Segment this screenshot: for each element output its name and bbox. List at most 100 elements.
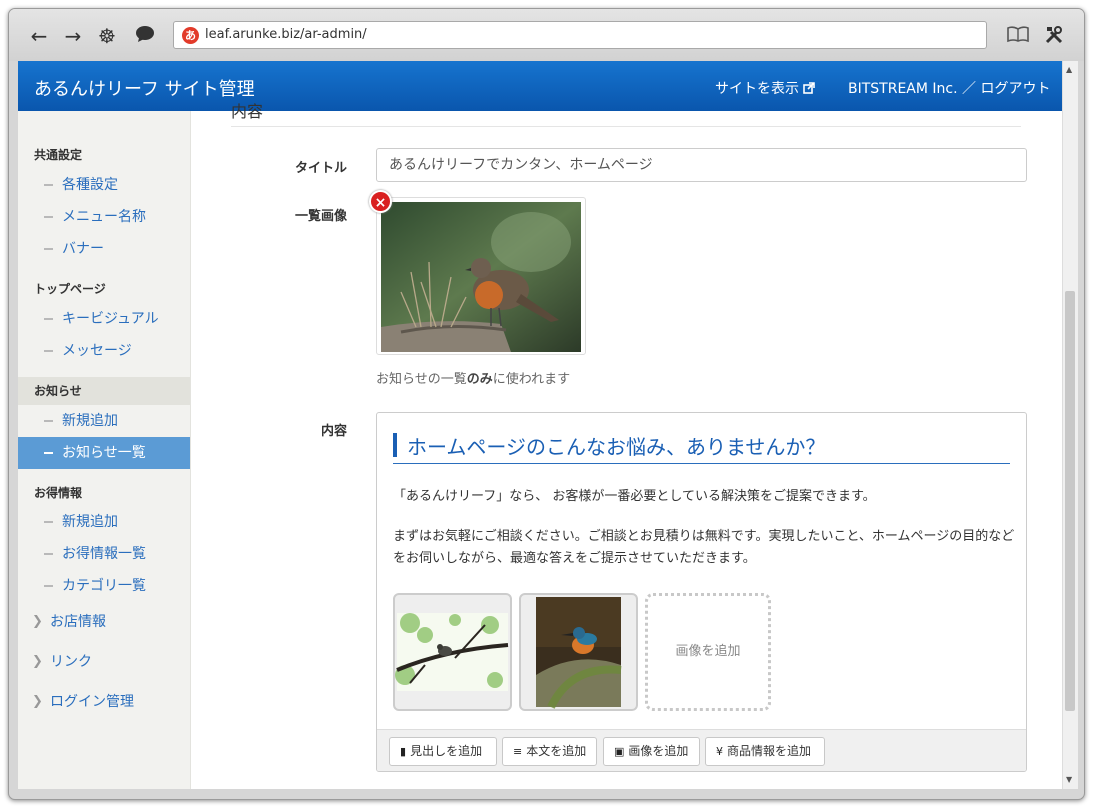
forward-arrow-icon[interactable]: → — [61, 25, 85, 47]
chevron-right-icon: ❯ — [32, 694, 43, 709]
sidebar-item-category-list[interactable]: カテゴリ一覧 — [18, 570, 190, 602]
helm-icon[interactable]: ☸ — [95, 25, 119, 47]
help-text-bold: のみ — [466, 372, 493, 387]
sidebar-item-key-visual[interactable]: キービジュアル — [18, 303, 190, 335]
picture-icon: ▣ — [614, 745, 625, 758]
book-icon[interactable] — [1005, 25, 1031, 47]
add-product-button[interactable]: ¥ 商品情報を追加 — [705, 737, 825, 766]
sidebar-group-label: お店情報 — [50, 614, 106, 630]
add-heading-button[interactable]: ▮ 見出しを追加 — [389, 737, 497, 766]
browser-toolbar: ← → ☸ あ leaf.arunke.biz/ar-admin/ — [9, 9, 1084, 61]
dash-icon — [44, 553, 53, 555]
logout-link[interactable]: BITSTREAM Inc. ／ ログアウト — [848, 78, 1050, 98]
sidebar-item-label: 各種設定 — [62, 177, 118, 193]
delete-image-button[interactable]: × — [369, 190, 392, 213]
add-heading-label: 見出しを追加 — [410, 744, 483, 758]
sidebar-section-common: 共通設定 — [34, 148, 83, 162]
add-image-label: 画像を追加 — [628, 744, 689, 758]
bird-on-branch-photo — [395, 613, 509, 691]
address-url[interactable]: leaf.arunke.biz/ar-admin/ — [205, 27, 367, 42]
page-viewport: あるんけリーフ サイト管理 サイトを表示 BITSTREAM Inc. ／ ログ… — [18, 61, 1062, 789]
sidebar-group-links[interactable]: ❯ リンク — [18, 646, 190, 678]
app-header: あるんけリーフ サイト管理 サイトを表示 BITSTREAM Inc. ／ ログ… — [18, 61, 1062, 111]
image-help-text: お知らせの一覧のみに使われます — [376, 368, 570, 387]
browser-window: ← → ☸ あ leaf.arunke.biz/ar-admin/ あるんけリー… — [8, 8, 1085, 800]
sidebar-item-label: メッセージ — [62, 343, 132, 359]
section-heading-partial: 内容 — [231, 102, 264, 121]
chat-bubble-icon[interactable] — [133, 25, 157, 47]
sidebar-group-login-admin[interactable]: ❯ ログイン管理 — [18, 686, 190, 718]
view-site-label: サイトを表示 — [715, 81, 799, 97]
view-site-link[interactable]: サイトを表示 — [715, 78, 816, 98]
sidebar-item-label: お得情報一覧 — [62, 546, 146, 562]
scroll-thumb[interactable] — [1065, 291, 1075, 711]
vertical-scrollbar[interactable]: ▲ ▼ — [1062, 61, 1078, 789]
chevron-right-icon: ❯ — [32, 654, 43, 669]
sidebar-group-shop-info[interactable]: ❯ お店情報 — [18, 606, 190, 638]
dash-icon — [44, 521, 53, 523]
list-image-label: 一覧画像 — [294, 209, 347, 224]
sidebar: 共通設定 各種設定 メニュー名称 バナー トップページ キービジュアル メッセー… — [18, 111, 191, 789]
sidebar-item-message[interactable]: メッセージ — [18, 335, 190, 367]
list-image-thumbnail[interactable] — [376, 197, 586, 355]
sidebar-section-news: お知らせ — [18, 377, 190, 405]
yen-icon: ¥ — [716, 745, 723, 758]
editor-heading-block[interactable]: ホームページのこんなお悩み、ありませんか？ — [393, 433, 1010, 464]
dash-icon — [44, 452, 53, 454]
dash-icon — [44, 216, 53, 218]
kingfisher-photo — [536, 597, 622, 709]
title-label: タイトル — [294, 161, 347, 176]
scroll-down-icon[interactable]: ▼ — [1066, 775, 1072, 784]
content-label: 内容 — [320, 424, 347, 439]
dash-icon — [44, 585, 53, 587]
sidebar-item-deals-list[interactable]: お得情報一覧 — [18, 538, 190, 570]
sidebar-item-label: 新規追加 — [62, 514, 118, 530]
add-image-tile[interactable]: 画像を追加 — [645, 593, 771, 711]
editor-toolbar: ▮ 見出しを追加 ≡ 本文を追加 ▣ 画像を追加 ¥ 商品情報を追加 — [377, 729, 1026, 771]
sidebar-group-label: ログイン管理 — [50, 694, 134, 710]
dash-icon — [44, 184, 53, 186]
sidebar-section-top-page: トップページ — [34, 282, 106, 296]
address-bar[interactable]: あ leaf.arunke.biz/ar-admin/ — [173, 21, 987, 49]
chevron-right-icon: ❯ — [32, 614, 43, 629]
sidebar-item-label: バナー — [62, 241, 104, 257]
editor-heading-text: ホームページのこんなお悩み、ありませんか？ — [407, 435, 826, 459]
add-image-button[interactable]: ▣ 画像を追加 — [603, 737, 700, 766]
editor-image-tile[interactable] — [519, 593, 638, 711]
sidebar-item-deals-new[interactable]: 新規追加 — [18, 506, 190, 538]
add-text-label: 本文を追加 — [526, 744, 587, 758]
divider — [231, 126, 1021, 127]
add-text-button[interactable]: ≡ 本文を追加 — [502, 737, 597, 766]
site-admin-title[interactable]: あるんけリーフ サイト管理 — [34, 75, 255, 101]
dash-icon — [44, 420, 53, 422]
external-link-icon — [803, 81, 816, 97]
editor-paragraph[interactable]: 「あるんけリーフ」なら、 お客様が一番必要としている解決策をご提案できます。 — [393, 485, 876, 504]
sidebar-item-label: カテゴリ一覧 — [62, 578, 146, 594]
tools-icon[interactable] — [1042, 25, 1066, 47]
sidebar-item-menu-names[interactable]: メニュー名称 — [18, 201, 190, 233]
sidebar-item-news-list[interactable]: お知らせ一覧 — [18, 437, 190, 469]
help-text-part: お知らせの一覧 — [376, 372, 467, 387]
back-arrow-icon[interactable]: ← — [27, 25, 51, 47]
add-product-label: 商品情報を追加 — [727, 744, 812, 758]
editor-image-tile[interactable] — [393, 593, 512, 711]
sidebar-item-banner[interactable]: バナー — [18, 233, 190, 265]
favicon-icon: あ — [182, 27, 199, 44]
sidebar-group-label: リンク — [50, 654, 92, 670]
sidebar-item-label: 新規追加 — [62, 413, 118, 429]
content-editor: ホームページのこんなお悩み、ありませんか？ 「あるんけリーフ」なら、 お客様が一… — [376, 412, 1027, 772]
sidebar-item-settings[interactable]: 各種設定 — [18, 169, 190, 201]
heading-accent-bar — [393, 433, 397, 457]
scroll-up-icon[interactable]: ▲ — [1066, 65, 1072, 74]
sidebar-item-label: キービジュアル — [62, 311, 159, 327]
title-input[interactable]: あるんけリーフでカンタン、ホームページ — [376, 148, 1027, 182]
sidebar-item-news-new[interactable]: 新規追加 — [18, 405, 190, 437]
dash-icon — [44, 248, 53, 250]
help-text-part: に使われます — [492, 372, 571, 387]
dash-icon — [44, 318, 53, 320]
text-lines-icon: ≡ — [513, 745, 523, 758]
editor-paragraph[interactable]: まずはお気軽にご相談ください。ご相談とお見積りは無料です。実現したいこと、ホーム… — [393, 526, 1015, 570]
sidebar-item-label: メニュー名称 — [62, 209, 146, 225]
dash-icon — [44, 350, 53, 352]
main-content: 内容 タイトル あるんけリーフでカンタン、ホームページ 一覧画像 × お知らせの… — [191, 102, 1062, 789]
